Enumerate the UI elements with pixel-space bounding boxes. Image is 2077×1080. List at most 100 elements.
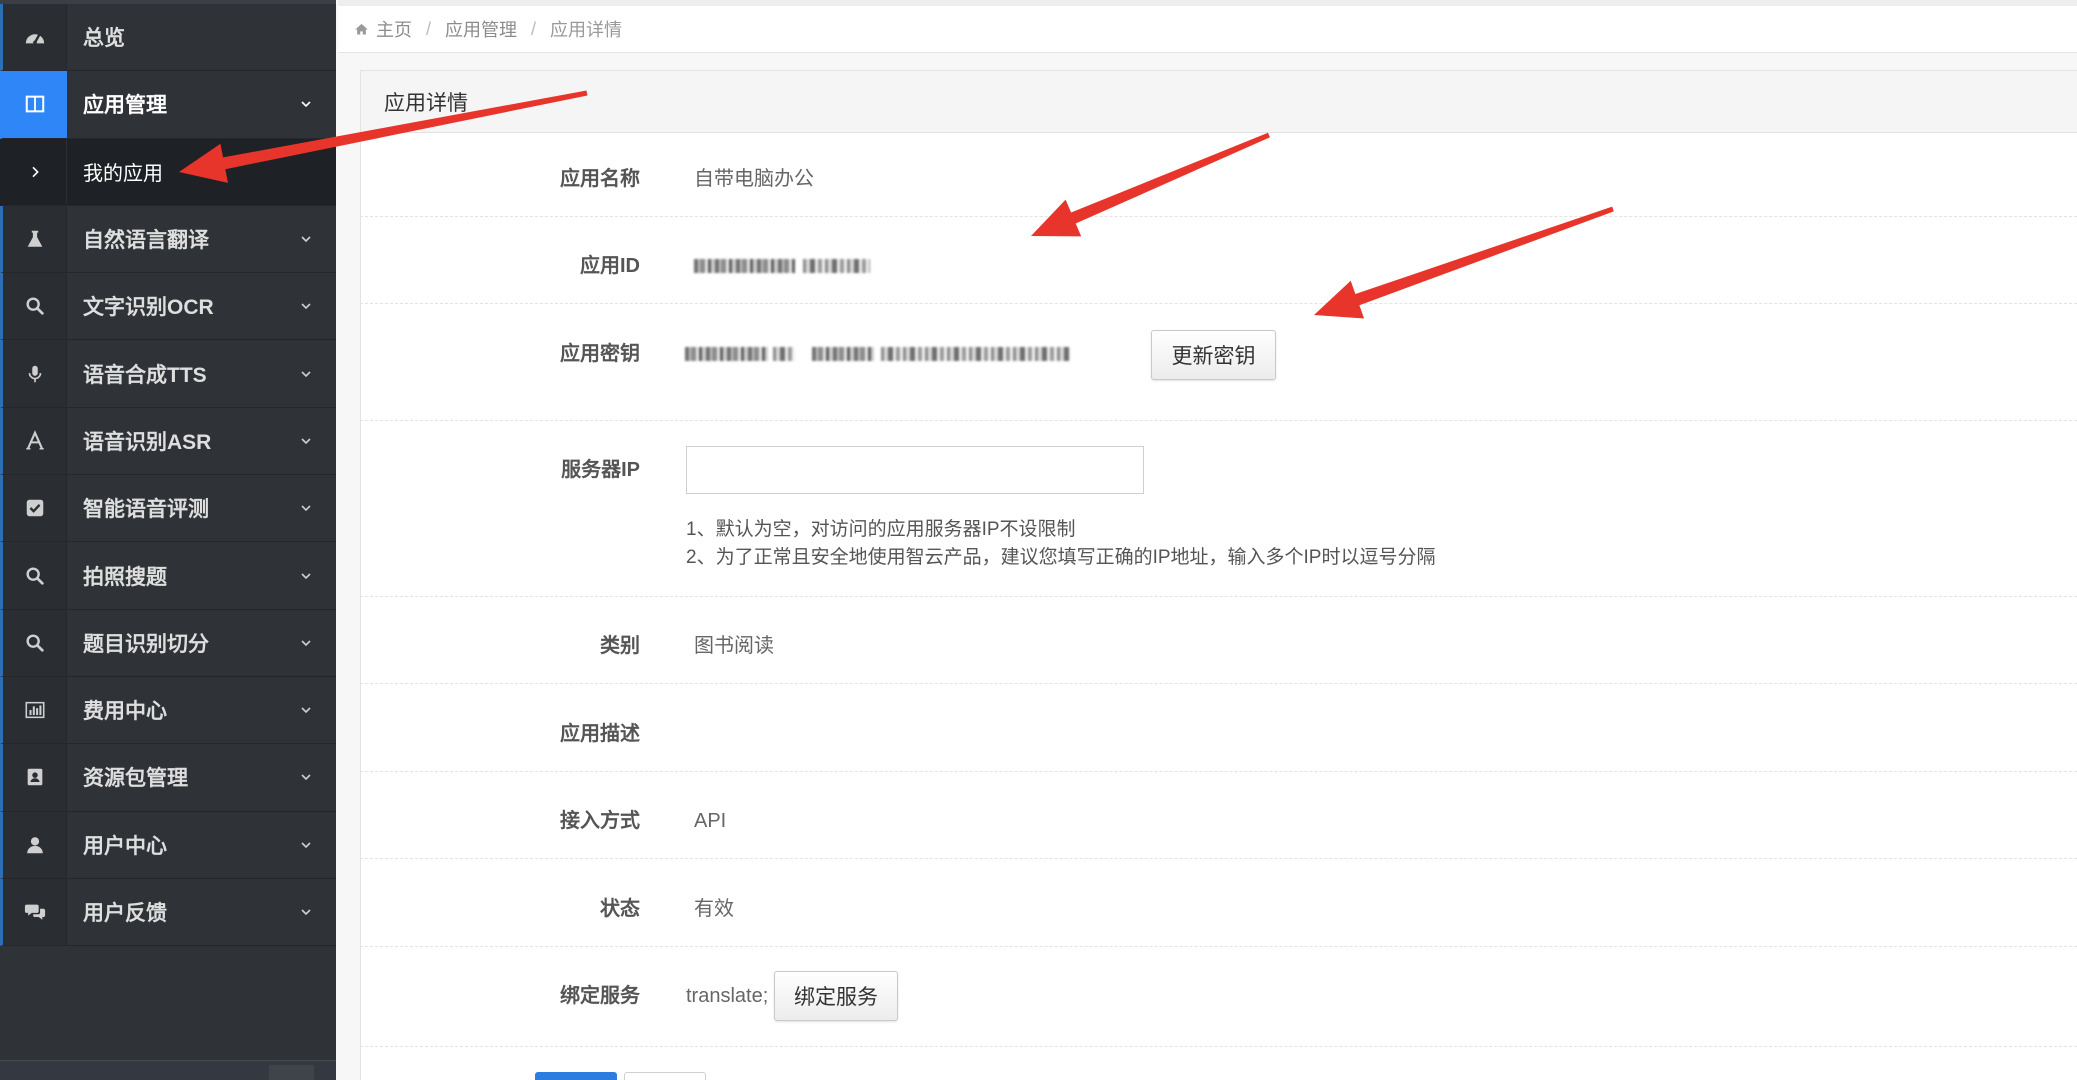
sidebar-item-label: 应用管理 <box>83 94 167 118</box>
nav-icon-cell <box>3 205 67 273</box>
sidebar-item-label: 语音识别ASR <box>83 430 212 454</box>
sidebar-item-ocr[interactable]: 文字识别OCR <box>0 273 336 341</box>
chevron-down-icon <box>298 298 314 314</box>
sidebar-item-photo-search[interactable]: 拍照搜题 <box>0 542 336 610</box>
app-secret-label: 应用密钥 <box>560 343 640 365</box>
access-method-value: API <box>694 810 727 832</box>
panel-title: 应用详情 <box>384 91 468 115</box>
app-secret-value-masked <box>685 347 768 361</box>
sidebar-subitem-my-apps[interactable]: 我的应用 <box>0 138 336 206</box>
chevron-down-icon <box>298 366 314 382</box>
nav-icon-cell <box>3 71 67 138</box>
user-icon <box>26 836 43 853</box>
row-divider <box>360 596 2077 597</box>
flask-icon <box>27 230 42 247</box>
nav-icon-cell <box>3 475 67 542</box>
chevron-right-icon <box>31 166 39 177</box>
address-book-icon <box>27 769 42 786</box>
dashboard-icon <box>25 33 44 45</box>
nav-icon-cell <box>3 542 67 609</box>
sidebar-item-resource-packages[interactable]: 资源包管理 <box>0 744 336 812</box>
sidebar-item-label: 文字识别OCR <box>83 296 214 320</box>
sidebar-item-tts[interactable]: 语音合成TTS <box>0 340 336 408</box>
chevron-down-icon <box>298 904 314 920</box>
sidebar-item-label: 自然语言翻译 <box>83 229 209 253</box>
description-label: 应用描述 <box>560 723 640 745</box>
server-ip-input[interactable] <box>686 446 1144 494</box>
row-divider <box>360 683 2077 684</box>
chevron-down-icon <box>298 635 314 651</box>
server-ip-help-1: 1、默认为空，对访问的应用服务器IP不设限制 <box>686 519 1076 540</box>
submit-button[interactable] <box>535 1072 617 1080</box>
sidebar: 总览 应用管理 我的应用 自然语言翻译 文字识别OCR 语音合成TTS 语音识别… <box>0 0 336 1080</box>
nav-icon-cell <box>3 811 67 878</box>
chevron-down-icon <box>298 702 314 718</box>
app-secret-value-masked <box>812 347 874 361</box>
check-square-icon <box>26 499 43 517</box>
nav-icon-cell <box>3 744 67 811</box>
sidebar-item-nlp-translation[interactable]: 自然语言翻译 <box>0 205 336 274</box>
panel-header: 应用详情 <box>361 71 2077 133</box>
search-icon <box>25 566 44 585</box>
sidebar-item-app-management[interactable]: 应用管理 <box>0 71 336 139</box>
server-ip-label: 服务器IP <box>561 459 640 481</box>
nav-icon-cell <box>3 340 67 407</box>
sidebar-item-user-center[interactable]: 用户中心 <box>0 811 336 879</box>
bound-services-label: 绑定服务 <box>560 985 640 1007</box>
sidebar-item-label: 总览 <box>83 27 125 51</box>
sidebar-item-label: 智能语音评测 <box>83 498 209 522</box>
nav-icon-cell <box>3 273 67 340</box>
nav-icon-cell <box>3 407 67 475</box>
breadcrumb-home[interactable]: 主页 <box>376 16 412 42</box>
search-icon <box>25 297 44 316</box>
chevron-down-icon <box>298 433 314 449</box>
chevron-down-icon <box>298 769 314 785</box>
secondary-button[interactable] <box>624 1072 706 1080</box>
app-name-value: 自带电脑办公 <box>694 168 814 190</box>
row-divider <box>360 420 2077 421</box>
row-divider <box>360 946 2077 947</box>
sidebar-item-feedback[interactable]: 用户反馈 <box>0 878 336 947</box>
comments-icon <box>24 904 45 920</box>
sidebar-item-asr[interactable]: 语音识别ASR <box>0 407 336 476</box>
chevron-down-icon <box>298 96 314 112</box>
status-value: 有效 <box>694 898 734 920</box>
sidebar-item-label: 费用中心 <box>83 700 167 724</box>
search-icon <box>25 634 44 652</box>
microphone-icon <box>28 365 41 382</box>
breadcrumb-separator: / <box>531 18 537 39</box>
app-id-value-masked <box>694 259 795 273</box>
refresh-secret-button[interactable]: 更新密钥 <box>1151 330 1276 380</box>
app-secret-value-masked <box>881 347 1070 361</box>
nav-icon-cell <box>3 4 67 71</box>
sidebar-subitem-label: 我的应用 <box>83 163 163 186</box>
chevron-down-icon <box>298 568 314 584</box>
sidebar-item-question-segmentation[interactable]: 题目识别切分 <box>0 609 336 677</box>
sidebar-item-speech-evaluation[interactable]: 智能语音评测 <box>0 475 336 543</box>
chevron-down-icon <box>298 837 314 853</box>
chevron-down-icon <box>298 500 314 516</box>
breadcrumb-current: 应用详情 <box>550 20 623 40</box>
sidebar-item-overview[interactable]: 总览 <box>0 4 336 72</box>
status-label: 状态 <box>600 898 640 920</box>
breadcrumb-app-management[interactable]: 应用管理 <box>445 16 517 42</box>
breadcrumb-separator: / <box>426 18 432 39</box>
app-detail-panel: 应用详情 <box>360 70 2077 1080</box>
bar-chart-icon <box>25 701 44 719</box>
breadcrumb: 主页 / 应用管理 / 应用详情 <box>338 6 2077 53</box>
columns-icon <box>25 96 44 113</box>
sidebar-nav: 总览 应用管理 我的应用 自然语言翻译 文字识别OCR 语音合成TTS 语音识别… <box>0 4 336 947</box>
sidebar-item-label: 拍照搜题 <box>83 565 167 589</box>
row-divider <box>360 771 2077 772</box>
sidebar-item-billing[interactable]: 费用中心 <box>0 676 336 745</box>
bind-service-button[interactable]: 绑定服务 <box>774 971 898 1021</box>
row-divider <box>360 1046 2077 1047</box>
row-divider <box>360 858 2077 859</box>
sidebar-collapse-toggle[interactable] <box>269 1065 314 1080</box>
bound-services-value: translate; <box>686 985 769 1007</box>
category-label: 类别 <box>600 635 640 657</box>
nav-icon-cell <box>3 676 67 744</box>
app-id-value-masked <box>803 259 870 273</box>
nav-icon-cell <box>3 878 67 946</box>
sidebar-item-label: 题目识别切分 <box>83 632 209 656</box>
